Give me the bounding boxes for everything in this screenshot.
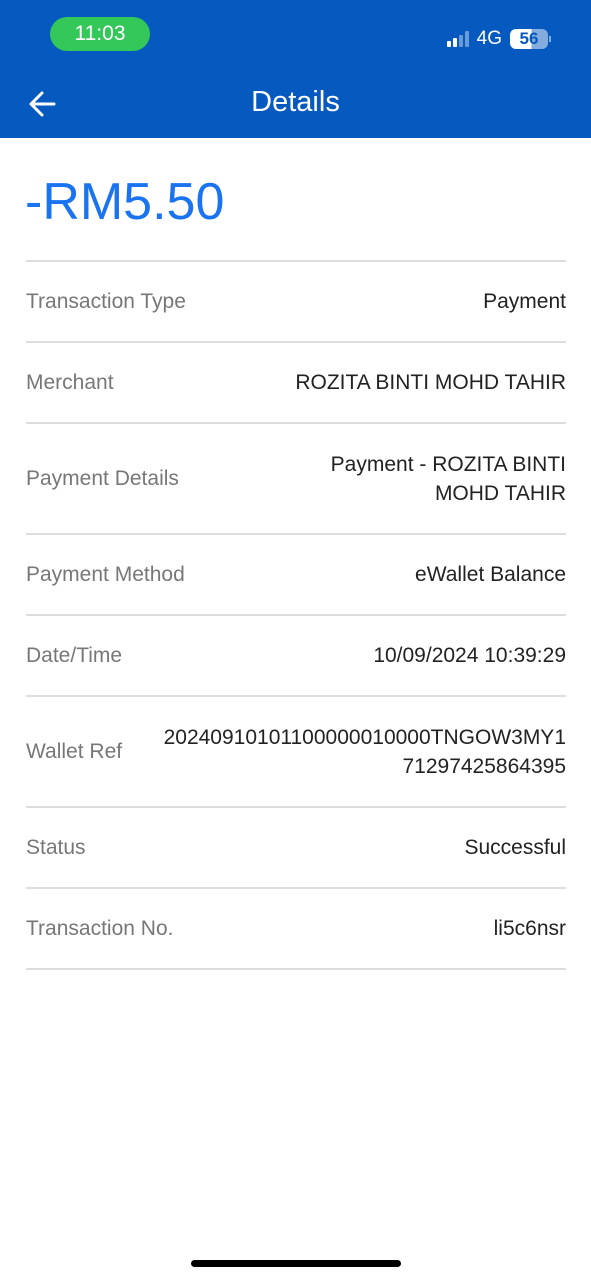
detail-label: Date/Time [26,643,123,667]
detail-value: 20240910101100000010000TNGOW3MY171297425… [163,725,566,778]
detail-value: 10/09/2024 10:39:29 [373,644,566,667]
detail-label: Status [26,835,86,859]
detail-row-status: Status Successful [26,808,566,889]
battery-icon: 56 [510,29,551,49]
detail-row-transaction-type: Transaction Type Payment [26,262,566,343]
battery-level: 56 [510,29,548,49]
detail-value: eWallet Balance [415,563,566,586]
app-header: 11:03 4G 56 Details [0,0,591,138]
status-indicators: 4G 56 [446,28,551,50]
detail-label: Merchant [26,370,114,394]
network-type: 4G [476,28,502,49]
detail-row-payment-method: Payment Method eWallet Balance [26,535,566,616]
detail-row-date-time: Date/Time 10/09/2024 10:39:29 [26,616,566,697]
detail-value: Payment - ROZITA BINTI MOHD TAHIR [330,452,566,505]
detail-label: Wallet Ref [26,739,123,763]
page-title: Details [251,86,340,118]
home-indicator[interactable] [191,1260,401,1267]
signal-icon [446,31,469,47]
status-time: 11:03 [50,17,150,51]
details-list: Transaction Type Payment Merchant ROZITA B… [26,260,566,970]
detail-value: ROZITA BINTI MOHD TAHIR [295,371,566,394]
detail-row-wallet-ref: Wallet Ref 20240910101100000010000TNGOW3M… [26,697,566,808]
detail-label: Payment Details [26,466,179,490]
detail-value: Payment [483,290,566,313]
detail-value: li5c6nsr [493,917,566,940]
detail-row-payment-details: Payment Details Payment - ROZITA BINTI MO… [26,424,566,535]
detail-value: Successful [464,836,566,859]
detail-label: Payment Method [26,562,185,586]
detail-label: Transaction Type [26,289,186,313]
detail-label: Transaction No. [26,916,174,940]
detail-row-transaction-no: Transaction No. li5c6nsr [26,889,566,970]
detail-row-merchant: Merchant ROZITA BINTI MOHD TAHIR [26,343,566,424]
transaction-amount: -RM5.50 [25,173,225,231]
